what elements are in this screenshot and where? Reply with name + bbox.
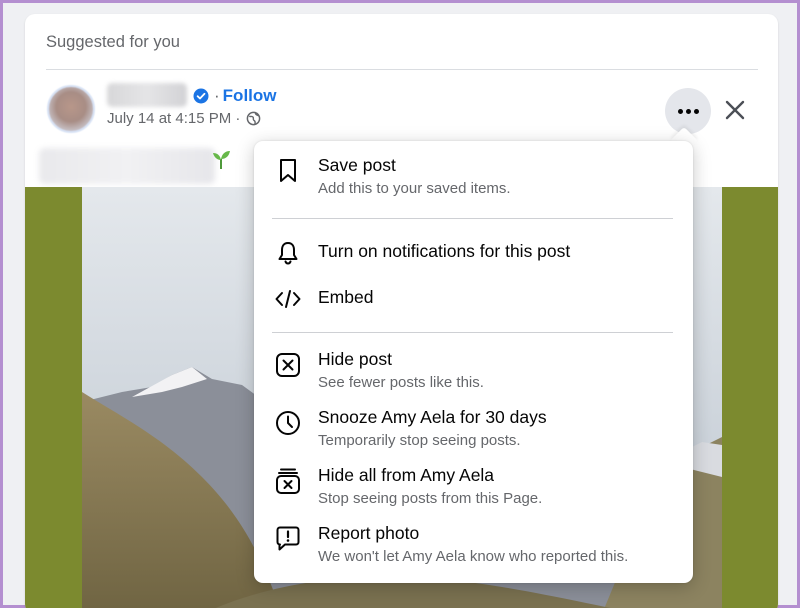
menu-item-subtitle: Stop seeing posts from this Page. (318, 490, 543, 507)
hide-all-icon (274, 467, 302, 495)
verified-badge-icon (193, 88, 209, 104)
menu-item-hide-all[interactable]: Hide all from Amy Aela Stop seeing posts… (262, 463, 685, 517)
menu-item-title: Save post (318, 155, 396, 175)
more-options-button[interactable] (665, 88, 711, 134)
menu-item-save-post[interactable]: Save post Add this to your saved items. (262, 153, 685, 213)
menu-item-embed[interactable]: Embed (262, 285, 685, 315)
menu-item-subtitle: Temporarily stop seeing posts. (318, 432, 521, 449)
menu-item-subtitle: See fewer posts like this. (318, 374, 484, 391)
menu-divider (272, 332, 673, 333)
menu-item-title: Hide post (318, 349, 392, 369)
close-button[interactable] (717, 92, 753, 128)
header-divider (46, 69, 758, 70)
menu-item-notifications[interactable]: Turn on notifications for this post (262, 239, 685, 269)
menu-item-report-photo[interactable]: Report photo We won't let Amy Aela know … (262, 521, 685, 575)
follow-separator: · (214, 86, 220, 105)
report-icon (274, 525, 302, 553)
post-date: July 14 at 4:15 PM · (107, 110, 241, 127)
menu-item-title: Embed (318, 287, 374, 307)
menu-item-subtitle: We won't let Amy Aela know who reported … (318, 548, 629, 565)
follow-link[interactable]: Follow (223, 86, 277, 105)
post-options-menu: Save post Add this to your saved items. … (254, 141, 693, 583)
follow-row: · Follow (214, 86, 277, 106)
author-name-blurred[interactable] (107, 83, 187, 107)
post-text-blurred (39, 148, 215, 184)
dot (677, 108, 683, 114)
bell-icon (274, 239, 302, 267)
close-icon (725, 100, 745, 120)
bookmark-icon (274, 157, 302, 185)
dot (685, 108, 691, 114)
menu-divider (272, 218, 673, 219)
menu-item-title: Report photo (318, 523, 420, 543)
globe-icon (247, 111, 261, 126)
avatar[interactable] (47, 85, 95, 133)
code-icon (274, 285, 302, 313)
seedling-emoji-icon (213, 151, 230, 169)
menu-item-subtitle: Add this to your saved items. (318, 180, 511, 197)
dot (693, 108, 699, 114)
menu-item-title: Turn on notifications for this post (318, 241, 571, 261)
suggested-label: Suggested for you (46, 33, 180, 51)
post-timestamp[interactable]: July 14 at 4:15 PM · (107, 110, 261, 127)
menu-item-hide-post[interactable]: Hide post See fewer posts like this. (262, 347, 685, 401)
menu-item-title: Snooze Amy Aela for 30 days (318, 407, 547, 427)
menu-item-snooze[interactable]: Snooze Amy Aela for 30 days Temporarily … (262, 405, 685, 459)
hide-x-icon (274, 351, 302, 379)
menu-item-title: Hide all from Amy Aela (318, 465, 495, 485)
clock-icon (274, 409, 302, 437)
